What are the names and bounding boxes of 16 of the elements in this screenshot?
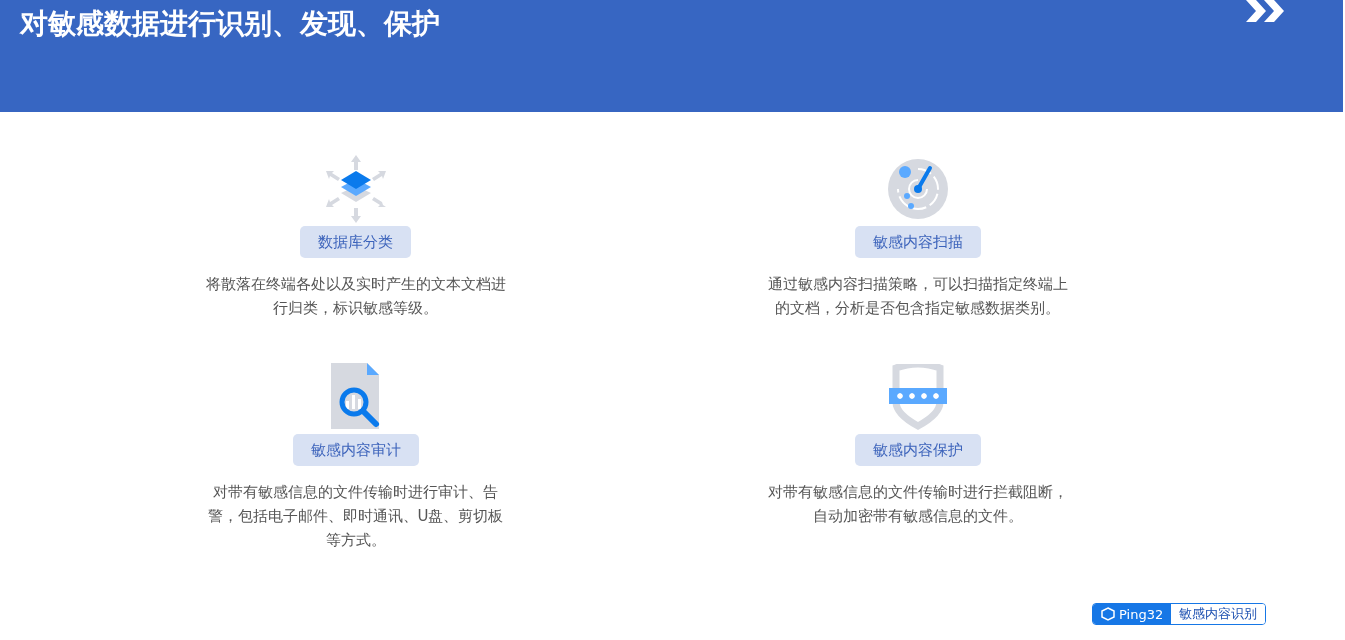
- brand-name: Ping32: [1119, 606, 1164, 622]
- feature-description: 对带有敏感信息的文件传输时进行审计、告警，包括电子邮件、即时通讯、U盘、剪切板等方式。: [206, 482, 505, 551]
- feature-label: 数据库分类: [300, 226, 411, 258]
- radar-icon: [886, 158, 949, 220]
- double-chevron-icon[interactable]: [1244, 0, 1286, 22]
- feature-description: 将散落在终端各处以及实时产生的文本文档进行归类，标识敏感等级。: [204, 274, 507, 319]
- shield-password-icon: [886, 364, 949, 430]
- feature-label: 敏感内容审计: [292, 434, 419, 466]
- layers-arrows-icon: [323, 153, 388, 225]
- feature-label: 敏感内容扫描: [854, 226, 981, 258]
- product-badge[interactable]: Ping32 敏感内容识别: [1092, 603, 1267, 625]
- feature-label: 敏感内容保护: [854, 434, 981, 466]
- feature-description: 通过敏感内容扫描策略，可以扫描指定终端上的文档，分析是否包含指定敏感数据类别。: [766, 274, 1069, 319]
- cube-logo-icon: [1101, 607, 1115, 621]
- feature-description: 对带有敏感信息的文件传输时进行拦截阻断，自动加密带有敏感信息的文件。: [766, 482, 1069, 527]
- page-title: 对敏感数据进行识别、发现、保护: [20, 6, 440, 42]
